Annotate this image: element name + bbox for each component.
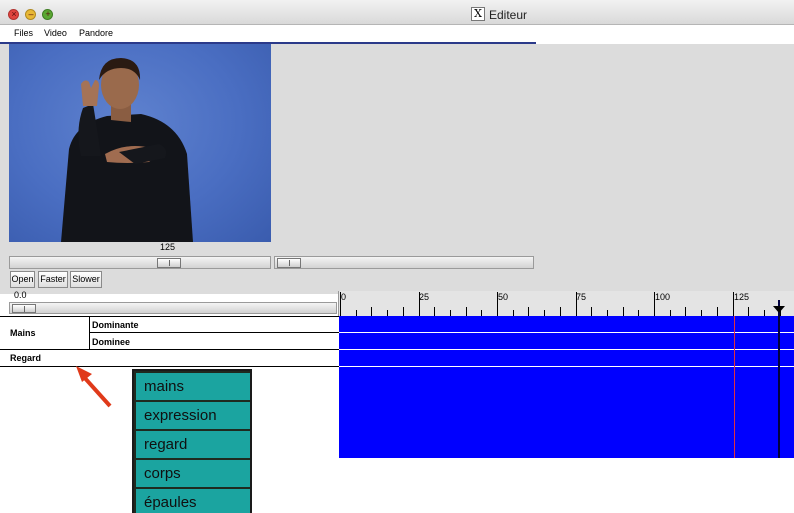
ruler-tick [497, 292, 498, 316]
legend-item-epaules[interactable]: épaules [136, 489, 250, 513]
signer-image [61, 58, 193, 242]
video-frame [9, 44, 271, 242]
red-arrow-icon [76, 366, 112, 408]
menu-video[interactable]: Video [44, 28, 67, 38]
ruler-tick [732, 292, 734, 316]
menu-pandore[interactable]: Pandore [79, 28, 113, 38]
ruler-tick [559, 307, 561, 316]
frame-number: 125 [160, 242, 176, 252]
menu-files[interactable]: Files [14, 28, 33, 38]
playhead-icon[interactable] [773, 306, 785, 313]
ruler-tick [622, 307, 624, 316]
ruler-tick [748, 307, 750, 316]
x11-app-icon: X [471, 7, 485, 21]
track-group-mains: Mains [10, 328, 36, 338]
ruler-label: 25 [419, 292, 430, 302]
row-border [0, 349, 339, 350]
row-border [0, 316, 339, 317]
column-border [89, 316, 90, 349]
ruler-tick [434, 307, 436, 316]
ruler-tick [371, 307, 373, 316]
ruler-tick [528, 307, 530, 316]
ruler-tick [654, 292, 655, 316]
close-window-button[interactable]: × [8, 9, 19, 20]
video-position-slider[interactable] [9, 256, 271, 269]
slider-thumb[interactable] [277, 258, 301, 268]
slider-thumb[interactable] [157, 258, 181, 268]
secondary-slider[interactable] [274, 256, 534, 269]
window-title: Editeur [489, 8, 528, 22]
speed-value: 0.0 [14, 290, 27, 300]
ruler-tick [591, 307, 593, 316]
menu-bar: Files Video Pandore [0, 25, 794, 42]
minimize-window-button[interactable]: – [25, 9, 36, 20]
slower-button[interactable]: Slower [70, 271, 102, 288]
ruler-tick [465, 307, 467, 316]
faster-button[interactable]: Faster [38, 271, 68, 288]
ruler-label: 0 [341, 292, 347, 302]
ruler-label: 100 [655, 292, 671, 302]
track-dominee[interactable]: Dominee [92, 337, 130, 347]
speed-slider[interactable] [9, 302, 337, 314]
playhead-line[interactable] [778, 300, 780, 458]
track-divider [339, 366, 794, 367]
marker-line [734, 316, 735, 458]
annotation-tracks[interactable] [339, 316, 794, 458]
timeline-ruler[interactable]: 0 25 50 75 100 125 [338, 291, 794, 316]
open-button[interactable]: Open [10, 271, 35, 288]
title-bar: × – + X Editeur [0, 0, 794, 25]
row-border [0, 366, 339, 367]
legend-item-expression[interactable]: expression [136, 402, 250, 429]
ruler-tick [575, 292, 577, 316]
slider-thumb[interactable] [12, 304, 36, 313]
ruler-tick [685, 307, 687, 316]
track-divider [339, 332, 794, 333]
ruler-label: 125 [734, 292, 750, 302]
legend-item-mains[interactable]: mains [136, 373, 250, 400]
ruler-tick [340, 292, 341, 316]
ruler-tick [418, 292, 420, 316]
row-border [89, 332, 339, 333]
ruler-label: 50 [498, 292, 509, 302]
track-dominante[interactable]: Dominante [92, 320, 139, 330]
ruler-tick [716, 307, 718, 316]
track-regard[interactable]: Regard [10, 353, 41, 363]
ruler-label: 75 [576, 292, 587, 302]
track-divider [339, 349, 794, 350]
legend-list: mains expression regard corps épaules [132, 369, 252, 513]
zoom-window-button[interactable]: + [42, 9, 53, 20]
legend-item-regard[interactable]: regard [136, 431, 250, 458]
ruler-tick [402, 307, 404, 316]
legend-item-corps[interactable]: corps [136, 460, 250, 487]
